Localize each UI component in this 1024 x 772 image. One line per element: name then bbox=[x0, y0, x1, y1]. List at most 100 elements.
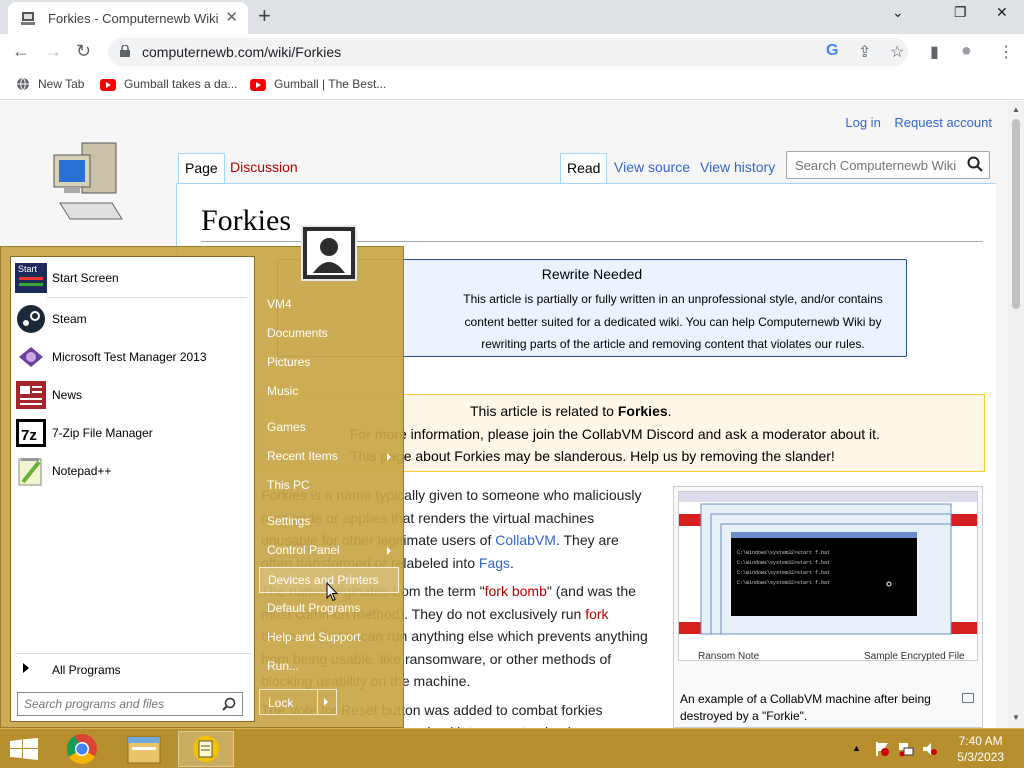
bookmark-gumball-2[interactable]: Gumball | The Best... bbox=[250, 77, 386, 91]
notice-line-1: This article is related to Forkies. bbox=[470, 403, 672, 419]
rewrite-text: This article is partially or fully writt… bbox=[463, 292, 883, 351]
action-center-flag-icon[interactable] bbox=[874, 741, 890, 757]
start-right-music[interactable]: Music bbox=[259, 379, 399, 405]
forkie-screenshot[interactable]: C:\Windows\system32>start f.bat C:\Windo… bbox=[678, 491, 978, 661]
bookmark-label: Gumball | The Best... bbox=[274, 77, 387, 91]
fags-link[interactable]: Fags bbox=[479, 555, 510, 571]
start-right-recent-items[interactable]: Recent Items bbox=[259, 444, 399, 470]
bookmark-gumball-1[interactable]: Gumball takes a da... bbox=[100, 77, 237, 91]
start-right-run[interactable]: Run... bbox=[259, 654, 399, 680]
personal-links: Log in Request account bbox=[835, 115, 992, 130]
start-right-control-panel[interactable]: Control Panel bbox=[259, 538, 399, 564]
tab-close-icon[interactable]: ✕ bbox=[225, 8, 238, 26]
restore-window-icon[interactable]: ❐ bbox=[954, 4, 967, 21]
network-icon[interactable] bbox=[898, 741, 914, 757]
search-icon[interactable] bbox=[222, 697, 236, 711]
search-icon[interactable] bbox=[967, 156, 983, 172]
volume-icon[interactable] bbox=[922, 741, 938, 757]
windows-start-icon[interactable] bbox=[10, 738, 38, 760]
lock-button[interactable]: Lock bbox=[259, 689, 337, 715]
start-item-notepadpp[interactable]: Notepad++ bbox=[15, 454, 251, 488]
screenshot-graphic: C:\Windows\system32>start f.bat C:\Windo… bbox=[679, 492, 977, 635]
scroll-thumb[interactable] bbox=[1012, 119, 1020, 309]
reload-icon[interactable]: ↻ bbox=[76, 40, 91, 62]
browser-tab[interactable]: Forkies - Computernewb Wiki ✕ bbox=[8, 2, 248, 34]
start-right-this-pc[interactable]: This PC bbox=[259, 473, 399, 499]
google-lens-icon[interactable]: G bbox=[826, 42, 838, 60]
request-account-link[interactable]: Request account bbox=[894, 115, 992, 130]
power-options-arrow-icon[interactable] bbox=[324, 698, 328, 706]
fork-bomb-link[interactable]: fork bomb bbox=[485, 583, 547, 599]
tab-page[interactable]: Page bbox=[178, 153, 225, 183]
bookmark-star-icon[interactable]: ☆ bbox=[890, 42, 904, 62]
svg-text:C:\Windows\system32>start f.ba: C:\Windows\system32>start f.bat bbox=[737, 560, 830, 566]
tab-search-icon[interactable]: ⌄ bbox=[892, 4, 904, 21]
start-search-input[interactable] bbox=[22, 694, 212, 714]
test-manager-icon bbox=[19, 347, 43, 367]
start-item-label: Notepad++ bbox=[52, 464, 112, 478]
start-item-label: News bbox=[52, 388, 83, 402]
start-item-start-screen[interactable]: Start Start Screen bbox=[15, 261, 251, 295]
divider bbox=[47, 297, 247, 298]
login-link[interactable]: Log in bbox=[845, 115, 880, 130]
page-scrollbar[interactable]: ▲ ▼ bbox=[1008, 101, 1024, 728]
start-item-news[interactable]: News bbox=[15, 378, 251, 412]
forward-icon[interactable]: → bbox=[44, 40, 62, 62]
youtube-icon bbox=[250, 79, 266, 91]
taskbar-file-explorer[interactable] bbox=[116, 731, 172, 767]
site-logo-icon[interactable] bbox=[52, 141, 124, 225]
tab-discussion[interactable]: Discussion bbox=[224, 153, 304, 183]
collabvm-link[interactable]: CollabVM bbox=[495, 532, 556, 548]
taskbar-chrome[interactable] bbox=[54, 731, 110, 767]
file-explorer-icon bbox=[127, 736, 161, 764]
tab-view-source[interactable]: View source bbox=[608, 153, 696, 183]
thumb-label-right: Sample Encrypted File bbox=[864, 651, 965, 662]
scroll-down-icon[interactable]: ▼ bbox=[1012, 713, 1020, 722]
start-right-games[interactable]: Games bbox=[259, 415, 399, 441]
start-right-settings[interactable]: Settings bbox=[259, 509, 399, 535]
chrome-menu-icon[interactable]: ⋮ bbox=[998, 42, 1014, 62]
start-item-test-manager[interactable]: Microsoft Test Manager 2013 bbox=[15, 340, 251, 374]
start-right-vm4[interactable]: VM4 bbox=[259, 292, 399, 318]
scroll-up-icon[interactable]: ▲ bbox=[1012, 105, 1020, 114]
expand-arrow-icon bbox=[23, 663, 29, 673]
divider bbox=[15, 653, 251, 654]
notice-line-2: For more information, please join the Co… bbox=[350, 426, 880, 442]
notice-text: This article is related to bbox=[470, 403, 618, 419]
new-tab-button[interactable]: + bbox=[258, 4, 271, 28]
menu-label: Control Panel bbox=[267, 543, 340, 557]
profile-icon[interactable]: ● bbox=[961, 40, 972, 61]
share-icon[interactable]: ⇪ bbox=[858, 42, 871, 62]
back-icon[interactable]: ← bbox=[12, 40, 30, 62]
tile-stripe bbox=[19, 277, 43, 280]
start-item-label: Microsoft Test Manager 2013 bbox=[52, 350, 207, 364]
text: . bbox=[510, 554, 514, 571]
start-item-7zip[interactable]: 7z 7-Zip File Manager bbox=[15, 416, 251, 450]
user-avatar[interactable] bbox=[301, 225, 357, 281]
wiki-search-input[interactable] bbox=[793, 153, 965, 177]
tab-read[interactable]: Read bbox=[560, 153, 608, 183]
notice-text: . bbox=[667, 403, 672, 419]
start-right-help-support[interactable]: Help and Support bbox=[259, 625, 399, 651]
start-right-documents[interactable]: Documents bbox=[259, 321, 399, 347]
tab-view-history[interactable]: View history bbox=[694, 153, 781, 183]
bookmark-new-tab[interactable]: New Tab bbox=[16, 77, 84, 91]
address-bar[interactable]: computernewb.com/wiki/Forkies G ⇪ ☆ bbox=[108, 38, 908, 66]
start-right-pictures[interactable]: Pictures bbox=[259, 350, 399, 376]
url-text[interactable]: computernewb.com/wiki/Forkies bbox=[142, 44, 341, 60]
submenu-arrow-icon bbox=[387, 453, 391, 461]
start-search-box bbox=[17, 692, 243, 716]
enlarge-icon[interactable] bbox=[962, 693, 974, 703]
all-programs-button[interactable]: All Programs bbox=[15, 658, 251, 682]
tab-strip: Forkies - Computernewb Wiki ✕ + ⌄ ❐ ✕ bbox=[0, 0, 1024, 34]
tray-expand-icon[interactable]: ▲ bbox=[852, 743, 861, 753]
side-panel-icon[interactable]: ▮ bbox=[930, 42, 939, 62]
taskbar-clock[interactable]: 7:40 AM 5/3/2023 bbox=[957, 733, 1004, 765]
news-icon bbox=[16, 381, 46, 409]
notice-line-3: This page about Forkies may be slanderou… bbox=[350, 448, 835, 464]
start-item-steam[interactable]: Steam bbox=[15, 302, 251, 336]
close-window-icon[interactable]: ✕ bbox=[996, 4, 1008, 21]
svg-text:7z: 7z bbox=[21, 427, 37, 444]
clock-date: 5/3/2023 bbox=[957, 750, 1004, 764]
taskbar-notes-app[interactable] bbox=[178, 731, 234, 767]
